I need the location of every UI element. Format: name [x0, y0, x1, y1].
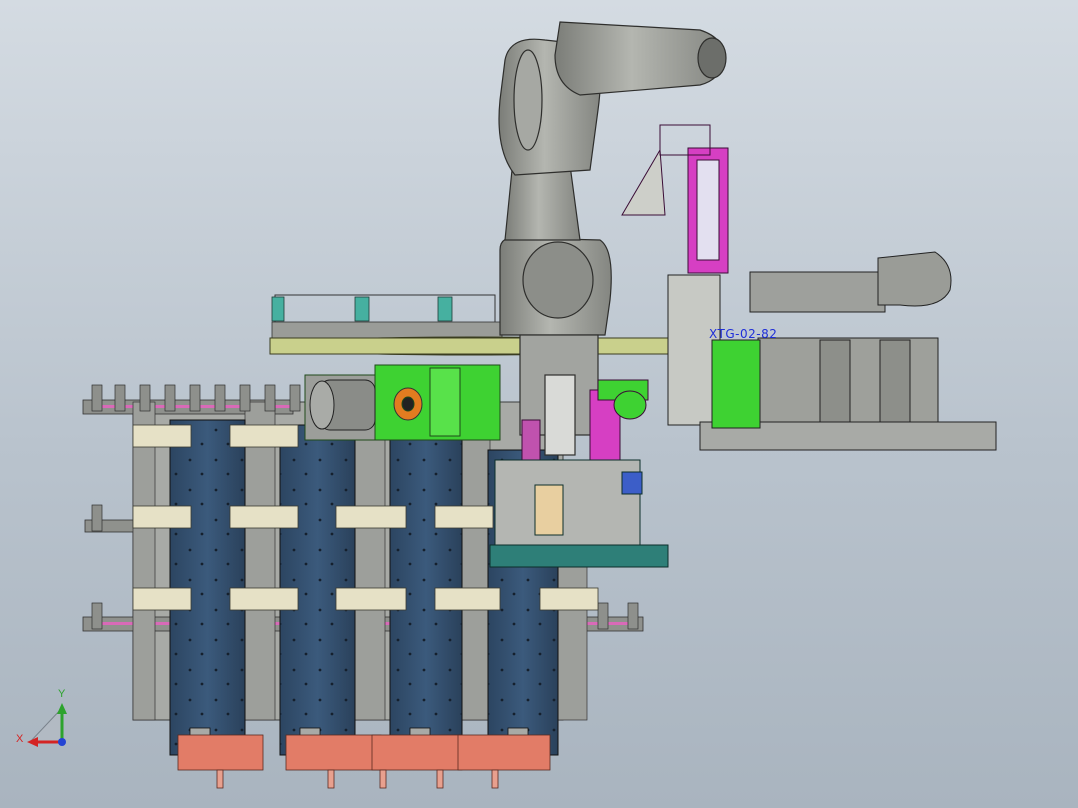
axis-x-label: X — [16, 733, 24, 745]
part-number-annotation: XTG-02-82 — [709, 327, 778, 341]
linear-module — [667, 251, 997, 451]
assembly-drawing — [27, 21, 997, 789]
servo-motor — [309, 379, 376, 431]
teal-base-plate — [489, 459, 669, 568]
axis-triad-icon — [27, 703, 67, 747]
stepper-motors — [177, 734, 551, 789]
axis-y-label: Y — [58, 688, 66, 700]
cad-viewport[interactable]: XTG-02-82 Y X — [0, 0, 1078, 808]
